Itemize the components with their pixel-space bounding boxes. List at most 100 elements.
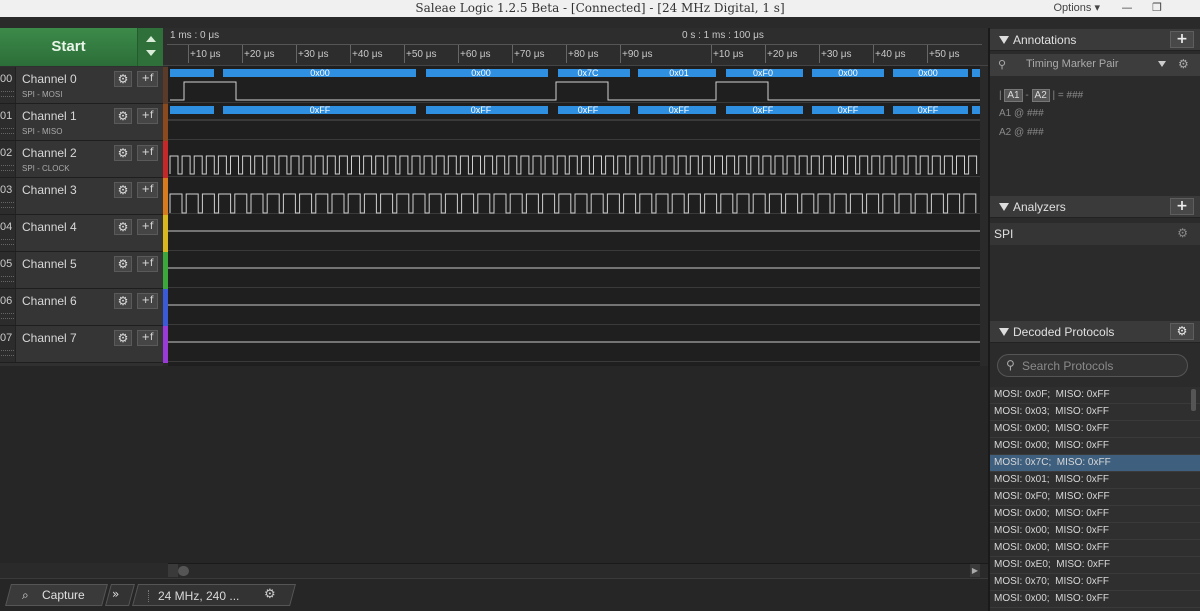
a2-chip[interactable]: A2 xyxy=(1031,89,1050,102)
gear-icon[interactable]: ⚙ xyxy=(114,330,132,346)
list-item[interactable]: MOSI: 0x00; MISO: 0xFF xyxy=(990,438,1200,455)
trigger-icon[interactable]: +f xyxy=(137,293,158,309)
gear-icon[interactable]: ⚙ xyxy=(114,256,132,272)
collapse-triangle-icon[interactable] xyxy=(999,36,1009,44)
mosi-decoded-value[interactable]: 0x00 xyxy=(838,68,858,78)
channel-name[interactable]: Channel 6 xyxy=(22,294,77,308)
list-item[interactable]: MOSI: 0x00; MISO: 0xFF xyxy=(990,591,1200,608)
mosi-decoded-value[interactable]: 0x01 xyxy=(669,68,689,78)
channel-row[interactable]: 04 Channel 4 ⚙ +f xyxy=(0,215,163,252)
channel-row[interactable]: 03 Channel 3 ⚙ +f xyxy=(0,178,163,215)
list-item[interactable]: MOSI: 0x00; MISO: 0xFF xyxy=(990,421,1200,438)
timeline-ruler[interactable] xyxy=(163,28,988,66)
channel-row[interactable]: 02 Channel 2 SPI - CLOCK ⚙ +f xyxy=(0,141,163,178)
gear-icon[interactable]: ⚙ xyxy=(1178,57,1189,71)
add-analyzer-button[interactable]: + xyxy=(1170,198,1194,215)
restore-icon[interactable]: ❐ xyxy=(1142,0,1172,17)
decoded-protocols-list[interactable]: MOSI: 0x0F; MISO: 0xFF MOSI: 0x03; MISO: … xyxy=(990,387,1200,611)
gear-icon[interactable]: ⚙ xyxy=(264,587,276,602)
list-item[interactable]: MOSI: 0x00; MISO: 0xFF xyxy=(990,523,1200,540)
trigger-icon[interactable]: +f xyxy=(137,256,158,272)
miso-decoded-value[interactable]: 0xFF xyxy=(753,105,774,115)
channel-name[interactable]: Channel 5 xyxy=(22,257,77,271)
mosi-decoded-value[interactable]: 0x7C xyxy=(577,68,598,78)
options-menu[interactable]: Options ▾ xyxy=(1054,1,1101,14)
list-item[interactable]: MOSI: 0x01; MISO: 0xFF xyxy=(990,472,1200,489)
trigger-icon[interactable]: +f xyxy=(137,108,158,124)
double-chevron-right-icon[interactable]: » xyxy=(112,587,119,601)
mosi-decoded-value[interactable]: 0x00 xyxy=(918,68,938,78)
drag-grip-icon[interactable] xyxy=(1,128,14,134)
trigger-icon[interactable]: +f xyxy=(137,182,158,198)
analyzers-header[interactable]: Analyzers + xyxy=(990,196,1200,218)
search-box[interactable]: ⚲ xyxy=(997,354,1188,377)
list-item[interactable]: MOSI: 0xE0; MISO: 0xFF xyxy=(990,557,1200,574)
minimize-icon[interactable]: — xyxy=(1112,0,1142,17)
trigger-icon[interactable]: +f xyxy=(137,219,158,235)
drag-grip-icon[interactable] xyxy=(1,276,14,282)
drag-grip-icon[interactable] xyxy=(1,165,14,171)
drag-grip-icon[interactable] xyxy=(1,350,14,356)
list-item[interactable]: MOSI: 0x7C; MISO: 0xFF xyxy=(990,455,1200,472)
list-item[interactable]: MOSI: 0x0F; MISO: 0xFF xyxy=(990,387,1200,404)
timing-marker-row[interactable]: ⚲ Timing Marker Pair ⚙ xyxy=(990,54,1200,76)
miso-decoded-value[interactable]: 0xFF xyxy=(310,105,331,115)
chevron-down-icon[interactable] xyxy=(1158,61,1166,67)
drag-grip-icon[interactable] xyxy=(1,202,14,208)
collapse-triangle-icon[interactable] xyxy=(999,203,1009,211)
gear-icon[interactable]: ⚙ xyxy=(114,71,132,87)
scroll-right-icon[interactable]: ▶ xyxy=(970,564,980,577)
gear-icon[interactable]: ⚙ xyxy=(114,108,132,124)
collapse-triangle-icon[interactable] xyxy=(999,328,1009,336)
drag-grip-icon[interactable] xyxy=(1,239,14,245)
analyzer-item-spi[interactable]: SPI ⚙ xyxy=(990,223,1200,245)
start-options-arrows[interactable] xyxy=(137,28,163,66)
gear-icon[interactable]: ⚙ xyxy=(114,293,132,309)
mosi-decoded-value[interactable]: 0xF0 xyxy=(753,68,773,78)
search-protocols-input[interactable] xyxy=(1022,358,1182,374)
channel-row[interactable]: 05 Channel 5 ⚙ +f xyxy=(0,252,163,289)
channel-row[interactable]: 07 Channel 7 ⚙ +f xyxy=(0,326,163,363)
list-item[interactable]: MOSI: 0x00; MISO: 0xFF xyxy=(990,540,1200,557)
drag-grip-icon[interactable] xyxy=(1,91,14,97)
channel-row[interactable]: 06 Channel 6 ⚙ +f xyxy=(0,289,163,326)
mosi-decoded-value[interactable]: 0x00 xyxy=(310,68,330,78)
waveform-area[interactable]: 0x00 0x00 0x7C 0x01 0xF0 0x00 0x00 0xFF 0xFF 0xFF… xyxy=(168,66,980,366)
add-annotation-button[interactable]: + xyxy=(1170,31,1194,48)
miso-decoded-value[interactable]: 0xFF xyxy=(918,105,939,115)
channel-name[interactable]: Channel 7 xyxy=(22,331,77,345)
horizontal-scrollbar[interactable]: ▶ xyxy=(168,563,988,577)
channel-row[interactable]: 00 Channel 0 SPI - MOSI ⚙ +f xyxy=(0,67,163,104)
list-scroll-thumb[interactable] xyxy=(1191,389,1196,411)
mosi-decoded-value[interactable]: 0x00 xyxy=(471,68,491,78)
annotations-header[interactable]: Annotations + xyxy=(990,29,1200,51)
channel-name[interactable]: Channel 0 xyxy=(22,72,77,86)
channel-name[interactable]: Channel 4 xyxy=(22,220,77,234)
scroll-left-button[interactable] xyxy=(168,564,178,577)
list-item[interactable]: MOSI: 0xF0; MISO: 0xFF xyxy=(990,489,1200,506)
chevron-down-icon[interactable] xyxy=(146,50,156,56)
gear-icon[interactable]: ⚙ xyxy=(1170,323,1194,340)
decoded-protocols-header[interactable]: Decoded Protocols ⚙ xyxy=(990,321,1200,343)
channel-row[interactable]: 01 Channel 1 SPI - MISO ⚙ +f xyxy=(0,104,163,141)
scroll-thumb[interactable] xyxy=(178,566,189,576)
capture-label[interactable]: Capture xyxy=(42,588,85,602)
channel-name[interactable]: Channel 1 xyxy=(22,109,77,123)
gear-icon[interactable]: ⚙ xyxy=(114,145,132,161)
miso-decoded-value[interactable]: 0xFF xyxy=(669,105,690,115)
drag-grip-icon[interactable] xyxy=(1,313,14,319)
gear-icon[interactable]: ⚙ xyxy=(114,182,132,198)
capture-settings-label[interactable]: 24 MHz, 240 ... xyxy=(158,589,239,603)
trigger-icon[interactable]: +f xyxy=(137,71,158,87)
chevron-up-icon[interactable] xyxy=(146,36,156,42)
trigger-icon[interactable]: +f xyxy=(137,330,158,346)
trigger-icon[interactable]: +f xyxy=(137,145,158,161)
list-item[interactable]: MOSI: 0x70; MISO: 0xFF xyxy=(990,574,1200,591)
miso-decoded-value[interactable]: 0xFF xyxy=(838,105,859,115)
start-button[interactable]: Start xyxy=(0,28,137,66)
list-item[interactable]: MOSI: 0x03; MISO: 0xFF xyxy=(990,404,1200,421)
miso-decoded-value[interactable]: 0xFF xyxy=(471,105,492,115)
gear-icon[interactable]: ⚙ xyxy=(1177,226,1188,240)
channel-name[interactable]: Channel 2 xyxy=(22,146,77,160)
list-item[interactable]: MOSI: 0x00; MISO: 0xFF xyxy=(990,506,1200,523)
